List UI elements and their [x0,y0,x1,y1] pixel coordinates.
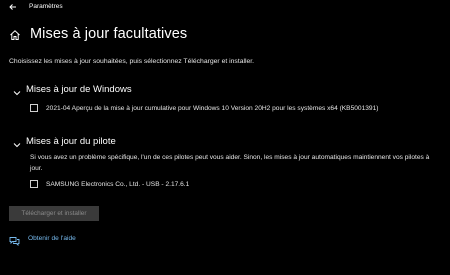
update-item-kb5001391[interactable]: 2021-04 Aperçu de la mise à jour cumulat… [30,104,378,112]
section-title: Mises à jour du pilote [26,136,116,147]
back-arrow-icon[interactable] [8,2,18,12]
driver-item-samsung[interactable]: SAMSUNG Electronics Co., Ltd. - USB - 2.… [30,180,189,188]
help-row[interactable]: Obtenir de l'aide [9,233,76,247]
driver-label: SAMSUNG Electronics Co., Ltd. - USB - 2.… [46,180,190,188]
help-link[interactable]: Obtenir de l'aide [28,235,76,242]
checkbox[interactable] [30,104,38,112]
driver-description: Si vous avez un problème spécifique, l'u… [30,154,430,172]
help-chat-icon [9,233,20,247]
title-bar: Paramètres [0,0,450,14]
page-title: Mises à jour facultatives [30,26,188,42]
download-install-button[interactable]: Télécharger et installer [9,206,99,221]
page-header: Mises à jour facultatives [9,26,187,42]
app-title: Paramètres [29,3,63,10]
section-title: Mises à jour de Windows [26,84,132,95]
chevron-down-icon [12,137,22,147]
update-label: 2021-04 Aperçu de la mise à jour cumulat… [46,104,379,112]
intro-text: Choisissez les mises à jour souhaitées, … [9,58,255,65]
home-icon [9,28,21,40]
chevron-down-icon [12,85,22,95]
section-windows-updates[interactable]: Mises à jour de Windows [12,84,132,95]
checkbox[interactable] [30,180,38,188]
section-driver-updates[interactable]: Mises à jour du pilote [12,136,116,147]
